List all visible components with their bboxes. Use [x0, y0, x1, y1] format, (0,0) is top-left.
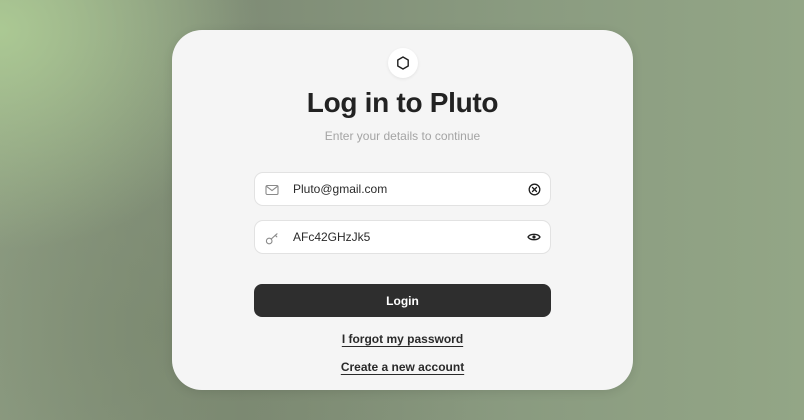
password-input[interactable] [293, 221, 515, 253]
eye-icon[interactable] [526, 229, 542, 245]
email-input[interactable] [293, 173, 515, 205]
login-card: Log in to Pluto Enter your details to co… [172, 30, 633, 390]
page-subtitle: Enter your details to continue [324, 129, 481, 143]
key-icon [264, 230, 280, 246]
forgot-password-row: I forgot my password [172, 332, 633, 346]
create-account-link[interactable]: Create a new account [341, 360, 464, 374]
hexagon-icon [388, 48, 418, 78]
create-account-row: Create a new account [172, 360, 633, 374]
mail-icon [264, 182, 280, 198]
login-button[interactable]: Login [254, 284, 551, 317]
clear-icon[interactable] [526, 181, 542, 197]
password-field[interactable] [254, 220, 551, 254]
forgot-password-link[interactable]: I forgot my password [342, 332, 463, 346]
page-title: Log in to Pluto [306, 87, 499, 118]
email-field[interactable] [254, 172, 551, 206]
